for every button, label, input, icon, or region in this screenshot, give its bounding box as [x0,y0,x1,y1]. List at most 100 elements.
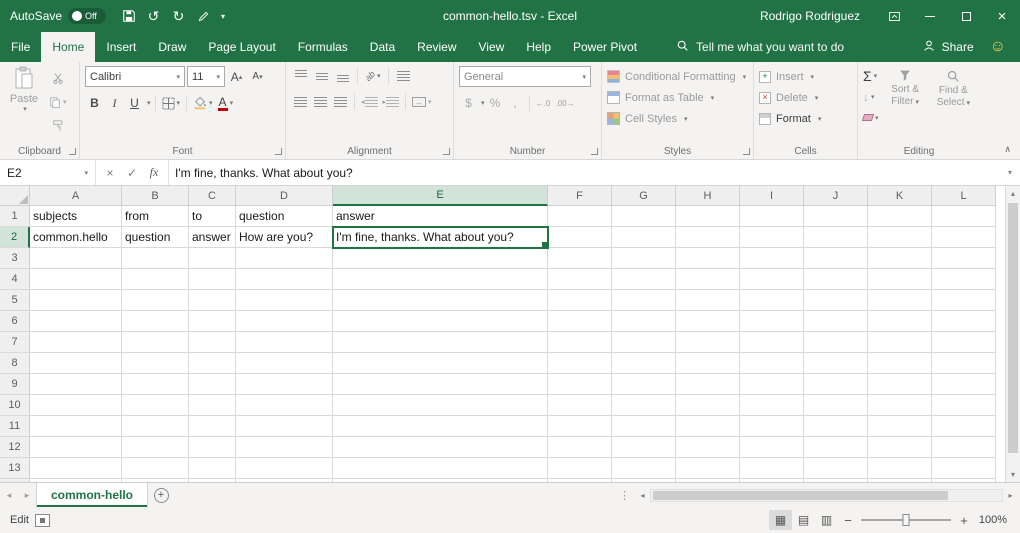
normal-view-icon[interactable]: ▦ [769,510,792,530]
cell-H14[interactable] [676,479,740,482]
decrease-indent-icon[interactable]: ◂ [359,92,380,112]
cell-F9[interactable] [548,374,612,395]
cell-styles-button[interactable]: Cell Styles ▾ [607,108,748,129]
tab-formulas[interactable]: Formulas [287,32,359,62]
cell-A12[interactable] [30,437,122,458]
cell-A1[interactable]: subjects [30,206,122,227]
name-box[interactable]: E2 ▾ [0,160,96,185]
vertical-scroll-thumb[interactable] [1008,203,1018,453]
cell-L8[interactable] [932,353,996,374]
tab-view[interactable]: View [468,32,516,62]
vertical-scrollbar[interactable]: ▴ ▾ [1005,186,1020,482]
cell-C10[interactable] [189,395,236,416]
column-header-J[interactable]: J [804,186,868,206]
borders-icon[interactable]: ▾ [160,93,183,113]
column-header-I[interactable]: I [740,186,804,206]
cell-I4[interactable] [740,269,804,290]
cell-J13[interactable] [804,458,868,479]
increase-indent-icon[interactable]: ▸ [381,92,402,112]
italic-button[interactable]: I [105,93,124,113]
row-header-9[interactable]: 9 [0,374,30,395]
cell-I10[interactable] [740,395,804,416]
cell-B3[interactable] [122,248,189,269]
cell-G13[interactable] [612,458,676,479]
cell-F12[interactable] [548,437,612,458]
cell-I8[interactable] [740,353,804,374]
top-align-icon[interactable] [291,66,310,86]
currency-format-icon[interactable]: $ [459,93,478,113]
scroll-left-icon[interactable]: ◂ [635,491,650,500]
font-dialog-launcher-icon[interactable] [275,148,282,155]
cell-A11[interactable] [30,416,122,437]
cell-C2[interactable]: answer [189,227,236,248]
cell-I12[interactable] [740,437,804,458]
page-break-view-icon[interactable]: ▥ [815,510,838,530]
cell-C8[interactable] [189,353,236,374]
wrap-text-icon[interactable] [394,66,413,86]
column-header-E[interactable]: E [333,186,548,206]
comma-format-icon[interactable]: , [506,93,525,113]
ribbon-display-options-icon[interactable] [876,0,912,32]
font-color-icon[interactable]: A▾ [216,93,236,113]
cell-K6[interactable] [868,311,932,332]
select-all-button[interactable] [0,186,30,206]
styles-dialog-launcher-icon[interactable] [743,148,750,155]
cell-A8[interactable] [30,353,122,374]
insert-function-icon[interactable]: fx [143,165,165,180]
align-right-icon[interactable] [331,92,350,112]
cell-G12[interactable] [612,437,676,458]
cell-G14[interactable] [612,479,676,482]
cell-G11[interactable] [612,416,676,437]
cell-K13[interactable] [868,458,932,479]
cell-L2[interactable] [932,227,996,248]
cell-D5[interactable] [236,290,333,311]
cell-J1[interactable] [804,206,868,227]
cell-H1[interactable] [676,206,740,227]
cell-J9[interactable] [804,374,868,395]
cell-D3[interactable] [236,248,333,269]
cell-E14[interactable] [333,479,548,482]
align-left-icon[interactable] [291,92,310,112]
cell-K12[interactable] [868,437,932,458]
cell-F14[interactable] [548,479,612,482]
autosum-button[interactable]: Σ▾ [863,66,879,85]
cell-G2[interactable] [612,227,676,248]
cell-L3[interactable] [932,248,996,269]
cell-K2[interactable] [868,227,932,248]
cell-C5[interactable] [189,290,236,311]
cell-I3[interactable] [740,248,804,269]
cell-C3[interactable] [189,248,236,269]
cell-G4[interactable] [612,269,676,290]
sort-filter-button[interactable]: Sort & Filter▾ [884,66,927,127]
tell-me-search[interactable]: Tell me what you want to do [676,32,844,62]
bottom-align-icon[interactable] [333,66,352,86]
cell-F6[interactable] [548,311,612,332]
sheet-tab-common-hello[interactable]: common-hello [36,483,148,507]
expand-formula-bar-icon[interactable]: ▾ [1000,160,1020,185]
cell-B12[interactable] [122,437,189,458]
insert-cells-button[interactable]: + Insert ▾ [759,66,852,87]
cell-A5[interactable] [30,290,122,311]
cell-B4[interactable] [122,269,189,290]
decrease-font-size-icon[interactable]: A▾ [248,67,267,87]
row-header-11[interactable]: 11 [0,416,30,437]
alignment-dialog-launcher-icon[interactable] [443,148,450,155]
cell-L13[interactable] [932,458,996,479]
cell-I9[interactable] [740,374,804,395]
scroll-down-icon[interactable]: ▾ [1006,467,1020,482]
cell-F10[interactable] [548,395,612,416]
increase-font-size-icon[interactable]: A▴ [227,67,246,87]
maximize-button[interactable] [948,0,984,32]
zoom-in-icon[interactable]: + [954,513,974,528]
cell-E3[interactable] [333,248,548,269]
cell-C11[interactable] [189,416,236,437]
clipboard-dialog-launcher-icon[interactable] [69,148,76,155]
tab-data[interactable]: Data [359,32,406,62]
cell-J11[interactable] [804,416,868,437]
cell-K3[interactable] [868,248,932,269]
cell-I7[interactable] [740,332,804,353]
row-header-2[interactable]: 2 [0,227,30,248]
name-box-dropdown-icon[interactable]: ▾ [84,169,88,177]
cell-I1[interactable] [740,206,804,227]
increase-decimal-icon[interactable]: ←.0 [534,93,553,113]
